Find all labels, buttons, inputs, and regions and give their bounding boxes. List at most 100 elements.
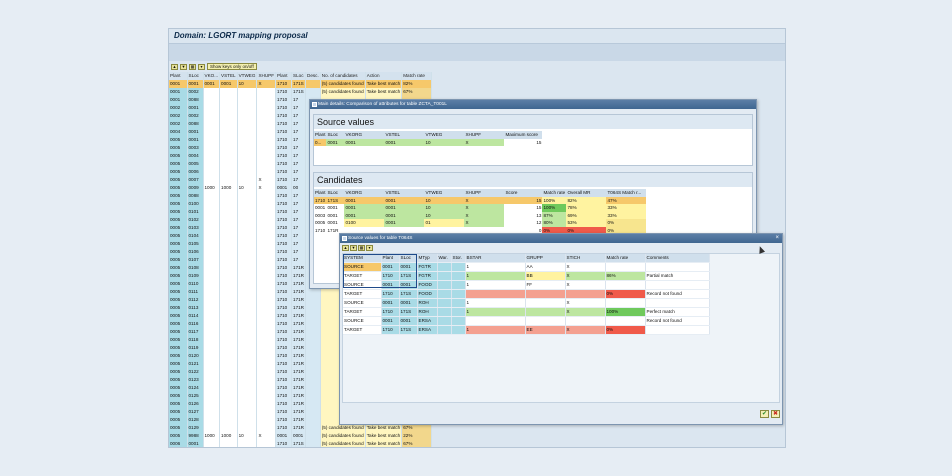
source-column-header: VTWEG — [424, 131, 465, 139]
grid-cell — [256, 288, 277, 296]
grid-cell: Take best match — [365, 424, 403, 432]
sv-cell — [451, 262, 466, 272]
grid-cell — [219, 280, 238, 288]
grid-cell: 0005 — [169, 208, 188, 216]
grid-cell — [256, 112, 277, 120]
close-icon[interactable]: × — [775, 234, 779, 243]
grid-cell: 0088 — [187, 192, 204, 200]
grid-cell: 17 — [291, 232, 307, 240]
sv-cell: 1 — [465, 262, 526, 272]
candidate-row[interactable]: 0003 0001 0001 0001 10 X 13 87% 69% 33% — [314, 211, 647, 219]
grid-cell: 171R — [291, 352, 307, 360]
grid-cell — [256, 208, 277, 216]
candidate-cell: 0% — [606, 219, 647, 227]
sv-row[interactable]: SOURCE 0001 0001 ERSA Record not found — [343, 316, 710, 326]
candidates-table: Plant SLoc VKORG VSTEL VTWEG XHUPF Score Match … — [314, 189, 647, 234]
grid-cell — [237, 216, 258, 224]
sv-row[interactable]: SOURCE 0001 0001 ROH 1 X — [343, 298, 710, 308]
grid-cell — [237, 240, 258, 248]
grid-cell — [219, 224, 238, 232]
grid-column-header: Match rate — [401, 72, 433, 80]
table-row[interactable]: 0005 9988 1000 1000 10 X 0001 0001 (5) candidate… — [169, 432, 433, 440]
candidate-row[interactable]: 0001 0001 0001 0001 10 X 15 100% 78% 33% — [314, 204, 647, 212]
grid-cell — [237, 400, 258, 408]
layout-icon[interactable]: ▦ — [358, 245, 365, 251]
grid-cell: 9988 — [187, 432, 204, 440]
grid-cell: 171S — [291, 440, 307, 447]
sv-cell — [451, 316, 466, 326]
candidate-column-header: XHUPF — [464, 189, 505, 197]
grid-cell: 0005 — [169, 136, 188, 144]
filter-icon[interactable]: ▲ — [342, 245, 349, 251]
grid-column-header: Action — [365, 72, 403, 80]
candidate-row[interactable]: 0005 0001 0100 0001 01 X 12 80% 53% 0% — [314, 219, 647, 227]
grid-cell: 17 — [291, 104, 307, 112]
sort-icon[interactable]: ▼ — [350, 245, 357, 251]
candidate-cell: 100% — [542, 204, 567, 212]
sv-cell: 1710 — [381, 307, 400, 317]
sv-cell — [645, 325, 710, 335]
candidate-cell: X — [464, 219, 505, 227]
grid-cell — [237, 176, 258, 184]
grid-cell: 0001 — [169, 96, 188, 104]
grid-cell: (5) candidates found — [320, 432, 366, 440]
sv-cell: BB — [525, 271, 566, 281]
candidate-cell: 0001 — [384, 204, 425, 212]
grid-cell — [219, 136, 238, 144]
grid-cell: 1710 — [275, 160, 293, 168]
settings-icon[interactable]: ▾ — [366, 245, 373, 251]
sv-cell: X — [565, 262, 606, 272]
grid-cell: 171R — [291, 304, 307, 312]
grid-cell: 0119 — [187, 344, 204, 352]
sv-cell — [437, 280, 452, 290]
grid-cell — [203, 136, 221, 144]
grid-cell — [256, 104, 277, 112]
grid-cell: 1000 — [219, 432, 238, 440]
grid-cell: 0001 — [187, 128, 204, 136]
grid-cell — [256, 128, 277, 136]
table-row[interactable]: 0006 0001 1710 171S (5) candidates found Take… — [169, 440, 433, 447]
sv-row[interactable]: TARGET 1710 171S FOOD 0% Record not found — [343, 289, 710, 299]
show-keys-button[interactable]: Show keys only on/off — [207, 63, 257, 70]
grid-cell: Take best match — [365, 440, 403, 447]
table-row[interactable]: 0005 0129 1710 171R (5) candidates found Take… — [169, 424, 433, 432]
check-icon[interactable]: ✔ — [760, 410, 769, 418]
sort-icon[interactable]: ▼ — [180, 63, 187, 70]
grid-cell: 1710 — [275, 232, 293, 240]
sv-row[interactable]: TARGET 1710 171S ROH 1 X 100% Perfect match — [343, 307, 710, 317]
table-row[interactable]: 0001 0002 1710 171S (5) candidates found Take… — [169, 88, 433, 96]
grid-cell — [219, 232, 238, 240]
candidate-row[interactable]: 1710 171S 0001 0001 10 X 15 100% 82% 47% — [314, 196, 647, 204]
filter-icon[interactable]: ▲ — [171, 63, 178, 70]
cancel-icon[interactable]: ✖ — [771, 410, 780, 418]
grid-cell — [219, 384, 238, 392]
sv-cell: Record not found — [645, 316, 710, 326]
grid-cell: 0005 — [169, 232, 188, 240]
sv-cell: 0% — [605, 289, 646, 299]
grid-cell: 0005 — [169, 384, 188, 392]
source-column-header: SLoc — [326, 131, 345, 139]
grid-cell — [237, 224, 258, 232]
grid-cell: 171R — [291, 280, 307, 288]
grid-cell — [237, 160, 258, 168]
table-row[interactable]: 0001 0001 0001 0001 10 X 1710 171S (5) candidate… — [169, 80, 433, 88]
grid-cell — [203, 360, 221, 368]
grid-cell — [219, 160, 238, 168]
grid-cell: 1710 — [275, 88, 293, 96]
settings-icon[interactable]: ▾ — [198, 63, 205, 70]
grid-cell: 0001 — [187, 136, 204, 144]
grid-cell: 171R — [291, 272, 307, 280]
source-values-row[interactable]: 0... 0001 0001 0001 10 X 15 — [314, 138, 542, 146]
source-value-cell: 15 — [536, 139, 542, 145]
grid-cell: 0117 — [187, 328, 204, 336]
grid-cell: 1710 — [275, 168, 293, 176]
grid-cell: X — [256, 184, 277, 192]
grid-cell: 0110 — [187, 280, 204, 288]
sv-cell: 100% — [605, 307, 646, 317]
grid-cell: 171R — [291, 392, 307, 400]
layout-icon[interactable]: ▦ — [189, 63, 196, 70]
grid-cell — [237, 144, 258, 152]
grid-cell — [219, 176, 238, 184]
sv-row[interactable]: TARGET 1710 171S ERSA 1 EE X 0% — [343, 325, 710, 335]
candidate-column-header: Plant — [314, 189, 327, 197]
